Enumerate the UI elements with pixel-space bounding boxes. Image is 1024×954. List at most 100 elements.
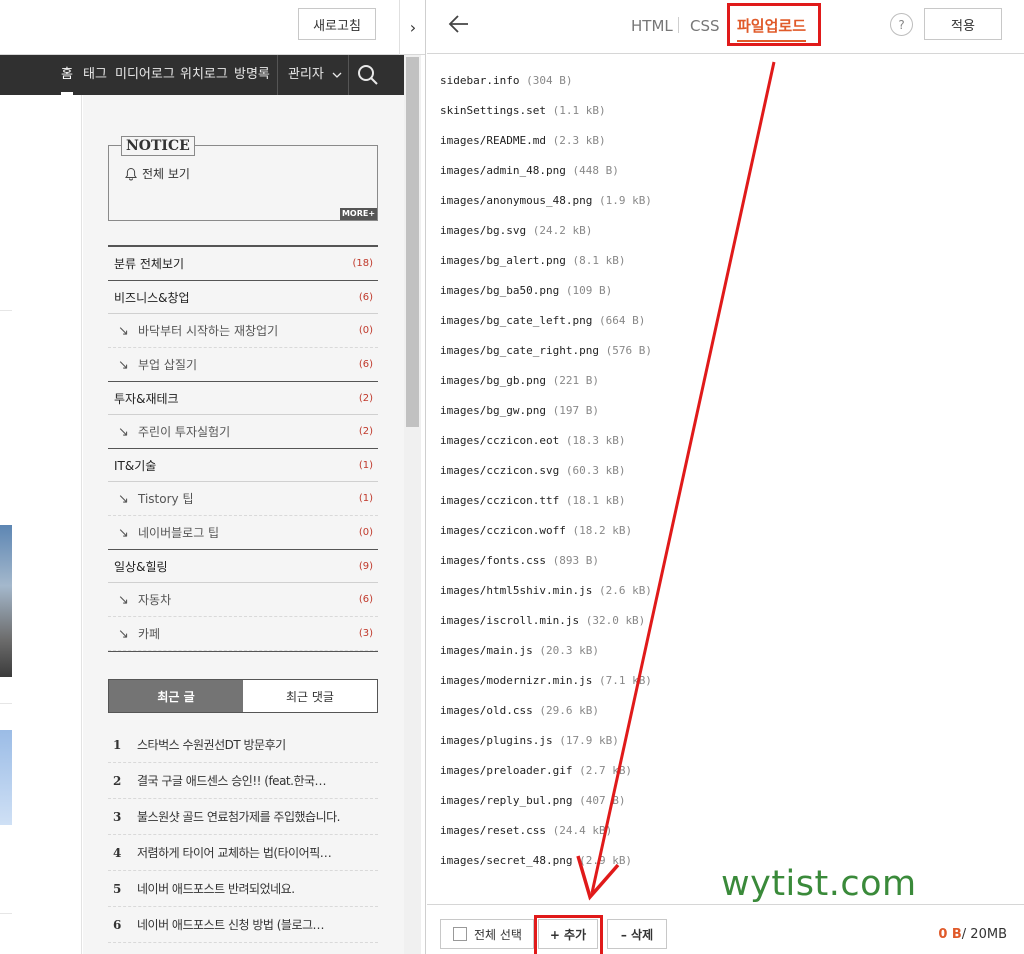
file-row[interactable]: images/bg_cate_left.png (664 B)	[440, 306, 1000, 336]
storage-used: 0 B	[938, 927, 962, 942]
file-name: images/bg_ba50.png	[440, 284, 560, 297]
category-item[interactable]: IT&기술 (1)	[108, 448, 378, 482]
tab-recent-posts[interactable]: 최근 글	[109, 680, 243, 712]
notice-more-button[interactable]: MORE+	[340, 208, 377, 220]
category-label: ↘ 네이버블로그 팁	[118, 516, 219, 551]
scrollbar-thumb[interactable]	[406, 57, 419, 427]
file-row[interactable]: images/anonymous_48.png (1.9 kB)	[440, 186, 1000, 216]
category-label: IT&기술	[114, 449, 156, 483]
checkbox-square[interactable]	[453, 927, 467, 941]
file-row[interactable]: images/bg_gw.png (197 B)	[440, 396, 1000, 426]
recent-post-item[interactable]: 6 네이버 애드포스트 신청 방법 (블로그…	[108, 907, 378, 943]
recent-post-item[interactable]: 3 불스원샷 골드 연료첨가제를 주입했습니다.	[108, 799, 378, 835]
nav-home[interactable]: 홈	[61, 55, 73, 95]
nav-guestbook[interactable]: 방명록	[234, 55, 270, 95]
help-icon[interactable]: ?	[890, 13, 913, 36]
file-row[interactable]: images/html5shiv.min.js (2.6 kB)	[440, 576, 1000, 606]
file-row[interactable]: images/main.js (20.3 kB)	[440, 636, 1000, 666]
notice-box: NOTICE 전체 보기 MORE+	[108, 136, 378, 221]
file-row[interactable]: images/cczicon.ttf (18.1 kB)	[440, 486, 1000, 516]
file-name: images/main.js	[440, 644, 533, 657]
category-item[interactable]: 비즈니스&창업 (6)	[108, 280, 378, 314]
notice-view-all-link[interactable]: 전체 보기	[142, 165, 190, 182]
file-row[interactable]: images/bg_alert.png (8.1 kB)	[440, 246, 1000, 276]
file-row[interactable]: images/bg.svg (24.2 kB)	[440, 216, 1000, 246]
back-arrow-icon[interactable]	[447, 12, 471, 36]
file-row[interactable]: images/cczicon.svg (60.3 kB)	[440, 456, 1000, 486]
file-name: images/iscroll.min.js	[440, 614, 580, 627]
nav-locationlog[interactable]: 위치로그	[180, 55, 228, 95]
file-row[interactable]: images/cczicon.eot (18.3 kB)	[440, 426, 1000, 456]
file-row[interactable]: images/modernizr.min.js (7.1 kB)	[440, 666, 1000, 696]
category-label: ↘ Tistory 팁	[118, 482, 193, 517]
post-title-link[interactable]: 네이버 애드포스트 반려되었네요.	[137, 871, 377, 907]
delete-file-button[interactable]: – 삭제	[607, 919, 667, 949]
file-name: images/bg_gw.png	[440, 404, 546, 417]
file-size: (2.3 kB)	[552, 134, 606, 147]
file-row[interactable]: images/README.md (2.3 kB)	[440, 126, 1000, 156]
file-size: (24.2 kB)	[532, 224, 593, 237]
file-row[interactable]: images/reset.css (24.4 kB)	[440, 816, 1000, 846]
post-title-link[interactable]: 저렴하게 타이어 교체하는 법(타이어픽…	[137, 835, 377, 871]
file-row[interactable]: images/admin_48.png (448 B)	[440, 156, 1000, 186]
post-title-link[interactable]: 스타벅스 수원권선DT 방문후기	[137, 727, 377, 763]
file-row[interactable]: sidebar.info (304 B)	[440, 66, 1000, 96]
annotation-highlight-box	[727, 3, 821, 46]
subcategory-item[interactable]: ↘ 부업 삽질기 (6)	[108, 348, 378, 382]
recent-post-item[interactable]: 1 스타벅스 수원권선DT 방문후기	[108, 727, 378, 763]
sub-arrow-icon: ↘	[118, 425, 129, 440]
subcategory-item[interactable]: ↘ 네이버블로그 팁 (0)	[108, 516, 378, 550]
apply-button[interactable]: 적용	[924, 8, 1002, 40]
recent-post-item[interactable]: 5 네이버 애드포스트 반려되었네요.	[108, 871, 378, 907]
editor-header: HTML CSS 파일업로드 ? 적용	[427, 0, 1024, 54]
category-item[interactable]: 분류 전체보기 (18)	[108, 247, 378, 281]
post-title-link[interactable]: 네이버 애드포스트 신청 방법 (블로그…	[137, 907, 377, 943]
subcategory-item[interactable]: ↘ 카페 (3)	[108, 617, 378, 651]
nav-admin[interactable]: 관리자	[288, 55, 342, 95]
tab-html[interactable]: HTML	[631, 12, 673, 40]
search-icon[interactable]	[356, 63, 380, 87]
file-row[interactable]: images/reply_bul.png (407 B)	[440, 786, 1000, 816]
category-item[interactable]: 일상&힐링 (9)	[108, 549, 378, 583]
subcategory-item[interactable]: ↘ Tistory 팁 (1)	[108, 482, 378, 516]
post-thumbnail[interactable]	[0, 730, 12, 825]
file-name: images/cczicon.ttf	[440, 494, 560, 507]
file-row[interactable]: images/bg_ba50.png (109 B)	[440, 276, 1000, 306]
category-item[interactable]: 투자&재테크 (2)	[108, 381, 378, 415]
file-row[interactable]: images/old.css (29.6 kB)	[440, 696, 1000, 726]
post-title-link[interactable]: 불스원샷 골드 연료첨가제를 주입했습니다.	[137, 799, 377, 835]
recent-post-item[interactable]: 4 저렴하게 타이어 교체하는 법(타이어픽…	[108, 835, 378, 871]
subcategory-item[interactable]: ↘ 주린이 투자실험기 (2)	[108, 415, 378, 449]
tab-css[interactable]: CSS	[690, 12, 720, 40]
file-row[interactable]: images/cczicon.woff (18.2 kB)	[440, 516, 1000, 546]
file-name: images/cczicon.woff	[440, 524, 566, 537]
file-name: images/bg_gb.png	[440, 374, 546, 387]
recent-posts-list: 1 스타벅스 수원권선DT 방문후기 2 결국 구글 애드센스 승인!! (feat.…	[108, 727, 378, 943]
select-all-checkbox[interactable]: 전체 선택	[440, 919, 534, 949]
subcategory-item[interactable]: ↘ 자동차 (6)	[108, 583, 378, 617]
file-row[interactable]: skinSettings.set (1.1 kB)	[440, 96, 1000, 126]
file-row[interactable]: images/plugins.js (17.9 kB)	[440, 726, 1000, 756]
refresh-button[interactable]: 새로고침	[298, 8, 376, 40]
nav-medialog[interactable]: 미디어로그	[115, 55, 175, 95]
file-row[interactable]: images/preloader.gif (2.7 kB)	[440, 756, 1000, 786]
preview-scrollbar[interactable]	[404, 55, 421, 954]
file-row[interactable]: images/bg_cate_right.png (576 B)	[440, 336, 1000, 366]
post-thumbnail[interactable]	[0, 525, 12, 677]
category-name: 카페	[138, 627, 161, 641]
collapse-preview-icon[interactable]: ›	[399, 0, 425, 55]
file-row[interactable]: images/bg_gb.png (221 B)	[440, 366, 1000, 396]
nav-tags[interactable]: 태그	[83, 55, 107, 95]
file-size: (197 B)	[552, 404, 599, 417]
file-size: (448 B)	[572, 164, 619, 177]
file-row[interactable]: images/fonts.css (893 B)	[440, 546, 1000, 576]
file-size: (221 B)	[552, 374, 599, 387]
post-title-link[interactable]: 결국 구글 애드센스 승인!! (feat.한국…	[137, 763, 377, 799]
divider	[0, 913, 12, 914]
subcategory-item[interactable]: ↘ 바닥부터 시작하는 재창업기 (0)	[108, 314, 378, 348]
file-name: images/reset.css	[440, 824, 546, 837]
file-name: images/bg_cate_left.png	[440, 314, 593, 327]
recent-post-item[interactable]: 2 결국 구글 애드센스 승인!! (feat.한국…	[108, 763, 378, 799]
tab-recent-comments[interactable]: 최근 댓글	[243, 680, 377, 712]
file-row[interactable]: images/iscroll.min.js (32.0 kB)	[440, 606, 1000, 636]
